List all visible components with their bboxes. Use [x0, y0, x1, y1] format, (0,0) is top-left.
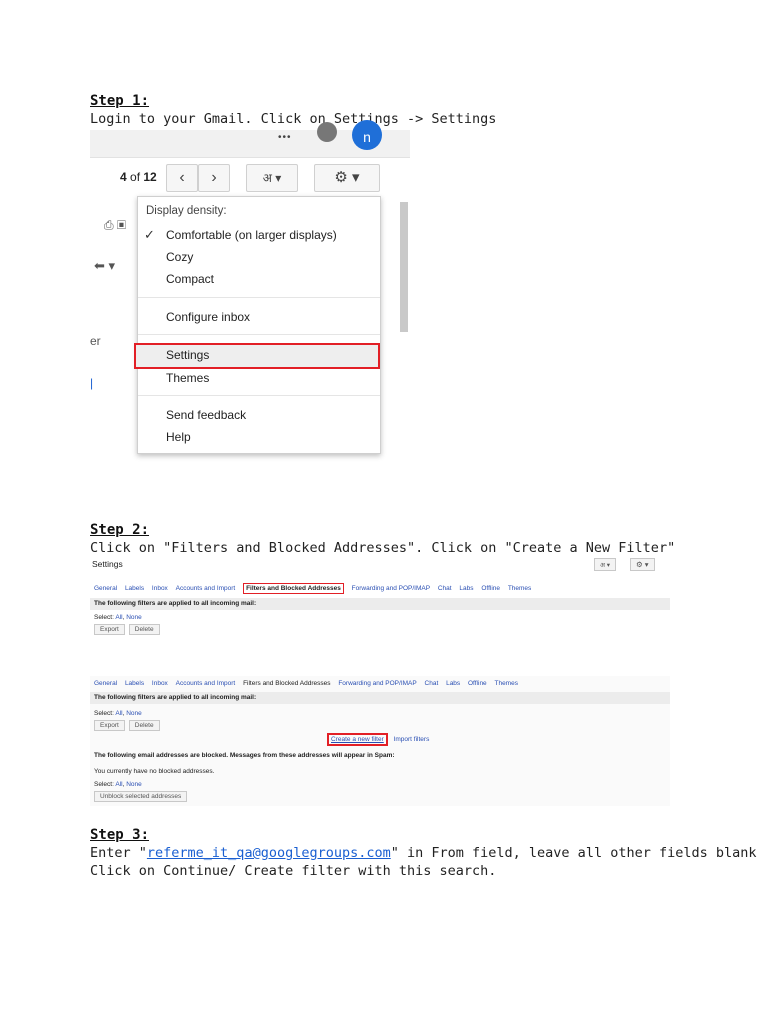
group-email-link[interactable]: referme_it_qa@googlegroups.com	[147, 845, 391, 861]
gmail-settings-menu-screenshot: ••• n 4 of 12 ‹ › अ ▾ ⚙ ▾ ⎙ ▣ ⬅ ▾ er | D…	[90, 120, 410, 460]
tab-chat[interactable]: Chat	[438, 585, 452, 592]
tab-accounts-import[interactable]: Accounts and Import	[176, 680, 236, 687]
step-1-title: Step 1:	[90, 93, 150, 109]
settings-title: Settings	[92, 559, 123, 569]
select-row: Select: All, None	[94, 710, 142, 717]
filters-header: The following filters are applied to all…	[90, 692, 670, 704]
tab-chat[interactable]: Chat	[425, 680, 439, 687]
tab-offline[interactable]: Offline	[481, 585, 500, 592]
delete-button[interactable]: Delete	[128, 624, 160, 635]
step-3-instruction-2: Click on Continue/ Create filter with th…	[90, 863, 497, 879]
menu-item-comfortable[interactable]: Comfortable (on larger displays)	[166, 228, 337, 242]
select-none-link[interactable]: None	[126, 710, 142, 717]
print-icon[interactable]: ⎙ ▣	[104, 218, 126, 233]
select-none-link[interactable]: None	[126, 614, 142, 621]
no-blocked-text: You currently have no blocked addresses.	[94, 768, 215, 775]
export-button[interactable]: Export	[94, 624, 125, 635]
tab-accounts-import[interactable]: Accounts and Import	[176, 585, 236, 592]
menu-divider	[138, 297, 380, 298]
input-tools-button[interactable]: अ ▾	[594, 558, 617, 571]
prev-button[interactable]: ‹	[166, 164, 198, 192]
select-row: Select: All, None	[94, 614, 142, 621]
unblock-row: Unblock selected addresses	[94, 791, 191, 802]
select-row: Select: All, None	[94, 781, 142, 788]
gmail-settings-filters-tab-screenshot: Settings अ ▾ ⚙ ▾ General Labels Inbox Ac…	[90, 556, 670, 640]
tab-labels[interactable]: Labels	[125, 585, 144, 592]
create-filter-row: Create a new filter Import filters	[327, 733, 429, 746]
tab-themes[interactable]: Themes	[494, 680, 517, 687]
tab-labels[interactable]: Labels	[125, 680, 144, 687]
scrollbar[interactable]	[400, 202, 408, 332]
unblock-button[interactable]: Unblock selected addresses	[94, 791, 188, 802]
select-none-link[interactable]: None	[126, 781, 142, 788]
tab-forwarding[interactable]: Forwarding and POP/IMAP	[352, 585, 430, 592]
step-2-instruction: Click on "Filters and Blocked Addresses"…	[90, 540, 676, 556]
tab-inbox[interactable]: Inbox	[152, 585, 168, 592]
tab-labs[interactable]: Labs	[446, 680, 460, 687]
step-2-title: Step 2:	[90, 522, 150, 538]
tab-general[interactable]: General	[94, 585, 117, 592]
select-all-link[interactable]: All	[115, 710, 122, 717]
tab-offline[interactable]: Offline	[468, 680, 487, 687]
delete-button[interactable]: Delete	[128, 720, 160, 731]
partial-text: er	[90, 334, 101, 348]
settings-gear-button[interactable]: ⚙ ▾	[630, 558, 655, 571]
select-all-link[interactable]: All	[115, 781, 122, 788]
tab-filters-blocked[interactable]: Filters and Blocked Addresses	[243, 680, 330, 687]
tab-themes[interactable]: Themes	[508, 585, 531, 592]
tab-general[interactable]: General	[94, 680, 117, 687]
menu-divider	[138, 395, 380, 396]
avatar: n	[352, 120, 382, 150]
button-row: Export Delete	[94, 624, 164, 635]
tab-forwarding[interactable]: Forwarding and POP/IMAP	[338, 680, 416, 687]
gmail-create-filter-screenshot: General Labels Inbox Accounts and Import…	[90, 676, 670, 806]
step-3-title: Step 3:	[90, 827, 150, 843]
reply-icon[interactable]: ⬅ ▾	[94, 258, 115, 274]
next-button[interactable]: ›	[198, 164, 230, 192]
button-row: Export Delete	[94, 720, 164, 731]
export-button[interactable]: Export	[94, 720, 125, 731]
tab-filters-blocked[interactable]: Filters and Blocked Addresses	[243, 583, 344, 594]
menu-divider	[138, 334, 380, 335]
menu-item-configure-inbox[interactable]: Configure inbox	[166, 310, 250, 324]
menu-item-themes[interactable]: Themes	[166, 371, 209, 385]
select-all-link[interactable]: All	[115, 614, 122, 621]
menu-item-compact[interactable]: Compact	[166, 272, 214, 286]
settings-tabs: General Labels Inbox Accounts and Import…	[94, 680, 524, 687]
input-tools-button[interactable]: अ ▾	[246, 164, 298, 192]
blocked-header: The following email addresses are blocke…	[94, 752, 395, 759]
tab-labs[interactable]: Labs	[459, 585, 473, 592]
apps-icon: •••	[278, 132, 292, 143]
menu-item-settings[interactable]: Settings	[166, 348, 209, 362]
import-filters-link[interactable]: Import filters	[394, 736, 430, 743]
step-1-instruction: Login to your Gmail. Click on Settings -…	[90, 111, 497, 127]
create-new-filter-link[interactable]: Create a new filter	[327, 733, 388, 746]
settings-dropdown-menu: Display density: ✓ Comfortable (on large…	[134, 196, 381, 454]
settings-tabs: General Labels Inbox Accounts and Import…	[94, 583, 537, 594]
check-icon: ✓	[144, 227, 155, 242]
message-count: 4 of 12	[120, 170, 157, 184]
settings-gear-button[interactable]: ⚙ ▾	[314, 164, 380, 192]
notifications-icon	[317, 122, 337, 142]
partial-link: |	[90, 376, 94, 390]
filters-header: The following filters are applied to all…	[90, 598, 670, 610]
step-3-instruction-1: Enter "referme_it_qa@googlegroups.com" i…	[90, 845, 757, 861]
menu-item-send-feedback[interactable]: Send feedback	[166, 408, 246, 422]
menu-item-cozy[interactable]: Cozy	[166, 250, 193, 264]
menu-item-help[interactable]: Help	[166, 430, 191, 444]
display-density-header: Display density:	[146, 205, 227, 217]
gmail-top-bar: ••• n	[90, 120, 410, 158]
tab-inbox[interactable]: Inbox	[152, 680, 168, 687]
